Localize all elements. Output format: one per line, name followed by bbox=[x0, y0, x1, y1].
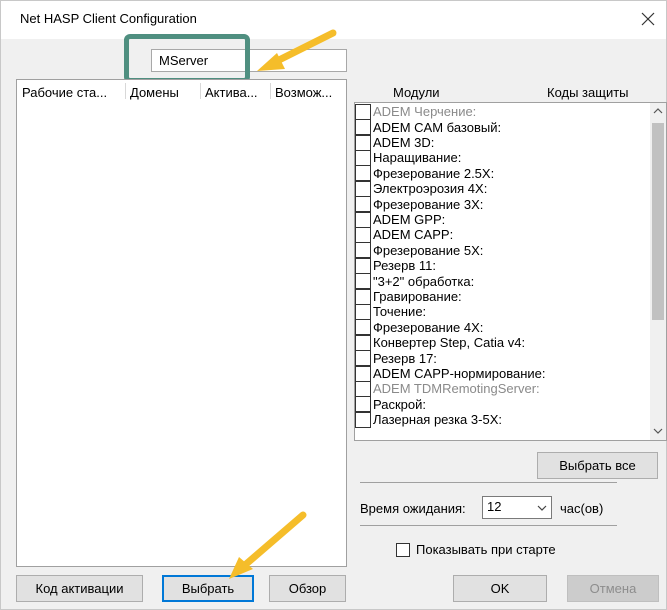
net-hasp-config-window: Net HASP Client Configuration MServer Ра… bbox=[0, 0, 667, 610]
highlight-annotation-box bbox=[124, 34, 250, 83]
modules-list[interactable]: ADEM Черчение: ADEM CAM базовый: ADEM 3D: Н… bbox=[354, 102, 667, 441]
modules-column-header: Модули bbox=[393, 85, 440, 100]
module-label: ADEM TDMRemotingServer: bbox=[373, 381, 540, 397]
module-checkbox[interactable] bbox=[355, 411, 371, 428]
module-label: Гравирование: bbox=[373, 288, 462, 304]
column-header-capabilities[interactable]: Возмож... bbox=[270, 80, 346, 102]
module-label: ADEM GPP: bbox=[373, 211, 446, 227]
module-label: Фрезерование 3X: bbox=[373, 196, 484, 212]
ok-button[interactable]: OK bbox=[453, 575, 547, 602]
select-all-button[interactable]: Выбрать все bbox=[537, 452, 658, 479]
module-checkbox[interactable] bbox=[355, 119, 371, 136]
module-row[interactable]: "3+2" обработка: bbox=[355, 273, 651, 290]
module-row[interactable]: Раскрой: bbox=[355, 396, 651, 413]
module-row[interactable]: ADEM GPP: bbox=[355, 211, 651, 228]
table-header: Рабочие ста... Домены Актива... Возмож..… bbox=[17, 80, 346, 102]
module-checkbox[interactable] bbox=[355, 165, 371, 182]
timeout-value: 12 bbox=[487, 499, 502, 514]
window-title: Net HASP Client Configuration bbox=[20, 11, 197, 26]
module-label: Резерв 11: bbox=[373, 258, 436, 274]
chevron-down-icon bbox=[537, 505, 547, 511]
module-label: Фрезерование 4X: bbox=[373, 319, 484, 335]
divider bbox=[360, 482, 617, 483]
module-row[interactable]: Фрезерование 4X: bbox=[355, 319, 651, 336]
module-checkbox[interactable] bbox=[355, 380, 371, 397]
module-row[interactable]: Конвертер Step, Catia v4: bbox=[355, 334, 651, 351]
module-row[interactable]: Лазерная резка 3-5X: bbox=[355, 411, 651, 428]
module-label: Раскрой: bbox=[373, 396, 426, 412]
module-label: Наращивание: bbox=[373, 150, 462, 166]
module-checkbox[interactable] bbox=[355, 365, 371, 382]
module-checkbox[interactable] bbox=[355, 149, 371, 166]
chevron-down-icon[interactable] bbox=[653, 426, 663, 436]
module-row[interactable]: Фрезерование 3X: bbox=[355, 196, 651, 213]
module-label: ADEM 3D: bbox=[373, 134, 435, 150]
module-row[interactable]: ADEM TDMRemotingServer: bbox=[355, 380, 651, 397]
protection-codes-column-header: Коды защиты bbox=[547, 85, 629, 100]
module-row[interactable]: ADEM CAPP: bbox=[355, 226, 651, 243]
show-on-start-label: Показывать при старте bbox=[416, 542, 556, 557]
module-label: Точение: bbox=[373, 304, 427, 320]
divider bbox=[360, 525, 617, 526]
module-label: ADEM CAM базовый: bbox=[373, 119, 502, 135]
module-checkbox[interactable] bbox=[355, 350, 371, 367]
timeout-unit: час(ов) bbox=[560, 501, 604, 516]
module-checkbox[interactable] bbox=[355, 334, 371, 351]
timeout-label: Время ожидания: bbox=[360, 501, 466, 516]
module-row[interactable]: ADEM CAM базовый: bbox=[355, 119, 651, 136]
module-checkbox[interactable] bbox=[355, 303, 371, 320]
module-label: Электроэрозия 4X: bbox=[373, 181, 488, 197]
module-row[interactable]: Фрезерование 5X: bbox=[355, 242, 651, 259]
show-on-start-option[interactable]: Показывать при старте bbox=[396, 542, 556, 557]
module-row[interactable]: Фрезерование 2.5X: bbox=[355, 165, 651, 182]
close-icon[interactable] bbox=[636, 7, 660, 31]
column-header-workstations[interactable]: Рабочие ста... bbox=[17, 80, 125, 102]
module-label: ADEM CAPP-нормирование: bbox=[373, 365, 546, 381]
show-on-start-checkbox[interactable] bbox=[396, 542, 410, 557]
module-row[interactable]: Гравирование: bbox=[355, 288, 651, 305]
module-label: "3+2" обработка: bbox=[373, 273, 475, 289]
chevron-up-icon[interactable] bbox=[653, 106, 663, 116]
module-label: Лазерная резка 3-5X: bbox=[373, 412, 502, 428]
module-checkbox[interactable] bbox=[355, 226, 371, 243]
module-row[interactable]: Наращивание: bbox=[355, 149, 651, 166]
column-header-activation[interactable]: Актива... bbox=[200, 80, 270, 102]
scrollbar-thumb[interactable] bbox=[652, 123, 664, 320]
module-label: Резерв 17: bbox=[373, 350, 437, 366]
annotation-arrow-icon bbox=[229, 511, 307, 579]
module-row[interactable]: ADEM CAPP-нормирование: bbox=[355, 365, 651, 382]
modules-scrollbar[interactable] bbox=[650, 103, 666, 440]
module-row[interactable]: Электроэрозия 4X: bbox=[355, 180, 651, 197]
module-checkbox[interactable] bbox=[355, 396, 371, 413]
workstations-table[interactable]: Рабочие ста... Домены Актива... Возмож..… bbox=[16, 79, 347, 567]
module-label: Фрезерование 2.5X: bbox=[373, 165, 495, 181]
module-row[interactable]: Точение: bbox=[355, 303, 651, 320]
module-checkbox[interactable] bbox=[355, 211, 371, 228]
module-checkbox[interactable] bbox=[355, 134, 371, 151]
module-checkbox[interactable] bbox=[355, 288, 371, 305]
module-checkbox[interactable] bbox=[355, 273, 371, 290]
module-row[interactable]: ADEM 3D: bbox=[355, 134, 651, 151]
column-header-domains[interactable]: Домены bbox=[125, 80, 200, 102]
module-checkbox[interactable] bbox=[355, 196, 371, 213]
module-label: ADEM CAPP: bbox=[373, 227, 454, 243]
module-checkbox[interactable] bbox=[355, 103, 371, 120]
module-checkbox[interactable] bbox=[355, 319, 371, 336]
module-checkbox[interactable] bbox=[355, 180, 371, 197]
module-row[interactable]: Резерв 11: bbox=[355, 257, 651, 274]
module-checkbox[interactable] bbox=[355, 257, 371, 274]
cancel-button[interactable]: Отмена bbox=[567, 575, 659, 602]
activation-code-button[interactable]: Код активации bbox=[16, 575, 143, 602]
annotation-arrow-icon bbox=[257, 29, 337, 71]
module-label: Фрезерование 5X: bbox=[373, 242, 484, 258]
module-row[interactable]: ADEM Черчение: bbox=[355, 103, 651, 120]
timeout-select[interactable]: 12 bbox=[482, 496, 552, 519]
module-checkbox[interactable] bbox=[355, 242, 371, 259]
module-row[interactable]: Резерв 17: bbox=[355, 350, 651, 367]
module-label: Конвертер Step, Catia v4: bbox=[373, 335, 526, 351]
module-label: ADEM Черчение: bbox=[373, 104, 477, 120]
